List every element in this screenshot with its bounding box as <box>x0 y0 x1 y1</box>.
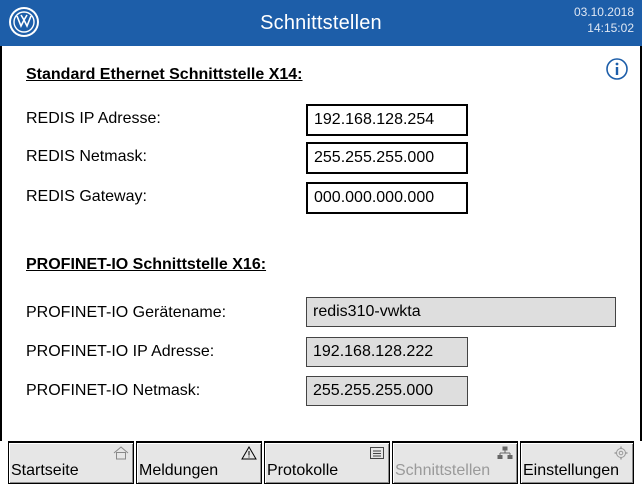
profinet-name-label: PROFINET-IO Gerätename: <box>26 304 227 321</box>
network-icon <box>497 446 513 459</box>
profinet-section-title: PROFINET-IO Schnittstelle X16: <box>26 256 267 273</box>
home-icon <box>113 446 129 460</box>
nav-meldungen-label: Meldungen <box>139 462 219 479</box>
nav-schnittstellen-label: Schnittstellen <box>395 462 491 479</box>
redis-ip-label: REDIS IP Adresse: <box>26 110 161 127</box>
redis-ip-field[interactable]: 192.168.128.254 <box>306 104 468 136</box>
nav-einstellungen-button[interactable]: Einstellungen <box>520 441 634 484</box>
time-text: 14:15:02 <box>587 21 634 35</box>
redis-gateway-field[interactable]: 000.000.000.000 <box>306 182 468 214</box>
list-icon <box>370 447 384 459</box>
redis-gateway-label: REDIS Gateway: <box>26 188 147 205</box>
profinet-ip-label: PROFINET-IO IP Adresse: <box>26 343 215 360</box>
gear-icon <box>614 446 628 460</box>
date-text: 03.10.2018 <box>573 5 634 19</box>
nav-startseite-button[interactable]: Startseite <box>8 441 134 484</box>
profinet-netmask-label: PROFINET-IO Netmask: <box>26 382 201 399</box>
redis-netmask-label: REDIS Netmask: <box>26 148 147 165</box>
info-icon[interactable] <box>606 58 628 80</box>
nav-protokolle-button[interactable]: Protokolle <box>264 441 390 484</box>
page-title: Schnittstellen <box>260 12 382 34</box>
datetime-display: 03.10.2018 14:15:02 <box>574 4 634 36</box>
title-bar: Schnittstellen 03.10.2018 14:15:02 <box>0 0 642 46</box>
profinet-ip-field: 192.168.128.222 <box>306 337 468 367</box>
main-content: Standard Ethernet Schnittstelle X14: RED… <box>0 46 642 432</box>
nav-startseite-label: Startseite <box>11 462 79 479</box>
profinet-name-field: redis310-vwkta <box>306 297 616 327</box>
nav-meldungen-button[interactable]: Meldungen <box>136 441 262 484</box>
nav-schnittstellen-button[interactable]: Schnittstellen <box>392 441 518 484</box>
redis-netmask-field[interactable]: 255.255.255.000 <box>306 142 468 174</box>
nav-protokolle-label: Protokolle <box>267 462 339 479</box>
profinet-netmask-field: 255.255.255.000 <box>306 376 468 406</box>
left-border <box>0 432 2 441</box>
nav-einstellungen-label: Einstellungen <box>523 462 620 479</box>
ethernet-section-title: Standard Ethernet Schnittstelle X14: <box>26 66 303 83</box>
warning-icon <box>241 446 257 460</box>
